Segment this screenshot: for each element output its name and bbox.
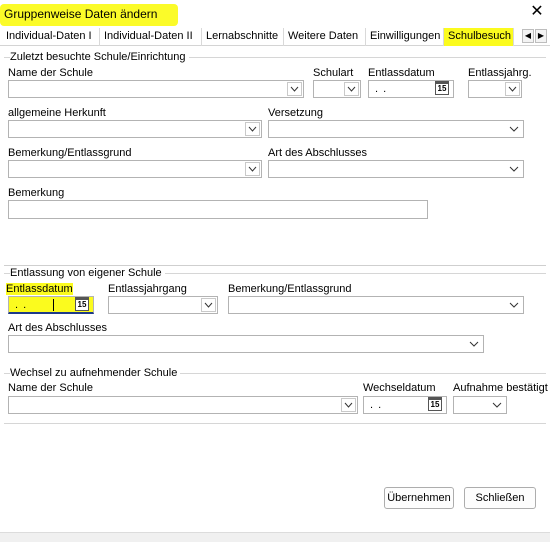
- versetzung-select[interactable]: [268, 120, 524, 138]
- tab-individual-daten-2[interactable]: Individual-Daten II: [100, 28, 202, 46]
- wechseldatum-field[interactable]: . . 15: [363, 396, 447, 414]
- group-bottom-line: [4, 423, 546, 424]
- schulart-combobox[interactable]: [313, 80, 361, 98]
- allgemeine-herkunft-combobox[interactable]: [8, 120, 262, 138]
- chevron-down-icon[interactable]: [245, 122, 260, 136]
- chevron-down-icon[interactable]: [509, 302, 519, 309]
- text-cursor: [53, 299, 54, 311]
- entlassdatum-own-value: . .: [15, 299, 28, 311]
- apply-button[interactable]: Übernehmen: [384, 487, 454, 509]
- tab-scroll-left-icon[interactable]: ◀: [522, 29, 534, 43]
- label-allgemeine-herkunft: allgemeine Herkunft: [8, 107, 106, 119]
- chevron-down-icon[interactable]: [341, 398, 356, 412]
- entlassdatum-own-field[interactable]: . . 15: [8, 296, 94, 314]
- tab-bar: Individual-Daten I Individual-Daten II L…: [0, 28, 550, 46]
- bemerkung-input[interactable]: [8, 200, 428, 219]
- label-name-der-schule-next: Name der Schule: [8, 382, 93, 394]
- tab-individual-daten-1[interactable]: Individual-Daten I: [2, 28, 100, 46]
- divider: [4, 265, 546, 266]
- label-art-des-abschlusses: Art des Abschlusses: [268, 147, 368, 159]
- label-entlassdatum-own: Entlassdatum: [6, 283, 73, 295]
- label-bemerkung: Bemerkung: [8, 187, 65, 199]
- chevron-down-icon[interactable]: [509, 126, 519, 133]
- close-button[interactable]: Schließen: [464, 487, 536, 509]
- name-der-schule-combobox[interactable]: [8, 80, 304, 98]
- aufnahme-bestaetigt-select[interactable]: [453, 396, 507, 414]
- chevron-down-icon[interactable]: [509, 166, 519, 173]
- chevron-down-icon[interactable]: [344, 82, 359, 96]
- label-art-des-abschlusses-own: Art des Abschlusses: [8, 322, 108, 334]
- chevron-down-icon[interactable]: [492, 402, 502, 409]
- chevron-down-icon[interactable]: [287, 82, 302, 96]
- label-wechseldatum: Wechseldatum: [363, 382, 436, 394]
- tab-weitere-daten[interactable]: Weitere Daten: [284, 28, 366, 46]
- calendar-icon[interactable]: 15: [435, 81, 449, 95]
- chevron-down-icon[interactable]: [201, 298, 216, 312]
- tab-scroll-right-icon[interactable]: ▶: [535, 29, 547, 43]
- group-title-next: Wechsel zu aufnehmender Schule: [10, 367, 181, 379]
- wechseldatum-value: . .: [370, 399, 383, 411]
- calendar-icon[interactable]: 15: [428, 397, 442, 411]
- chevron-down-icon[interactable]: [245, 162, 260, 176]
- title-bar: Gruppenweise Daten ändern ✕: [0, 0, 550, 28]
- art-des-abschlusses-own-select[interactable]: [8, 335, 484, 353]
- tab-schulbesuch[interactable]: Schulbesuch: [444, 28, 514, 46]
- bemerkung-entlassgrund-own-select[interactable]: [228, 296, 524, 314]
- status-strip: [0, 532, 550, 542]
- entlassdatum-field[interactable]: . . 15: [368, 80, 454, 98]
- bemerkung-entlassgrund-combobox[interactable]: [8, 160, 262, 178]
- entlassjahrg-combobox[interactable]: [468, 80, 522, 98]
- label-name-der-schule: Name der Schule: [8, 67, 93, 79]
- label-entlassjahrg: Entlassjahrg.: [468, 67, 532, 79]
- label-aufnahme-bestaetigt: Aufnahme bestätigt: [453, 382, 548, 394]
- entlassdatum-value: . .: [375, 83, 388, 95]
- window-title: Gruppenweise Daten ändern: [4, 7, 158, 21]
- group-title-own: Entlassung von eigener Schule: [10, 267, 165, 279]
- label-bemerkung-entlassgrund: Bemerkung/Entlassgrund: [8, 147, 132, 159]
- calendar-icon[interactable]: 15: [75, 297, 89, 311]
- label-bemerkung-entlassgrund-own: Bemerkung/Entlassgrund: [228, 283, 352, 295]
- label-entlassjahrgang: Entlassjahrgang: [108, 283, 187, 295]
- group-title-prev: Zuletzt besuchte Schule/Einrichtung: [10, 51, 189, 63]
- label-entlassdatum: Entlassdatum: [368, 67, 435, 79]
- label-versetzung: Versetzung: [268, 107, 324, 119]
- tab-einwilligungen[interactable]: Einwilligungen: [366, 28, 444, 46]
- chevron-down-icon[interactable]: [505, 82, 520, 96]
- label-schulart: Schulart: [313, 67, 354, 79]
- close-icon[interactable]: ✕: [528, 3, 546, 21]
- entlassjahrgang-combobox[interactable]: [108, 296, 218, 314]
- tab-lernabschnitte[interactable]: Lernabschnitte: [202, 28, 284, 46]
- art-des-abschlusses-select[interactable]: [268, 160, 524, 178]
- name-der-schule-next-combobox[interactable]: [8, 396, 358, 414]
- chevron-down-icon[interactable]: [469, 341, 479, 348]
